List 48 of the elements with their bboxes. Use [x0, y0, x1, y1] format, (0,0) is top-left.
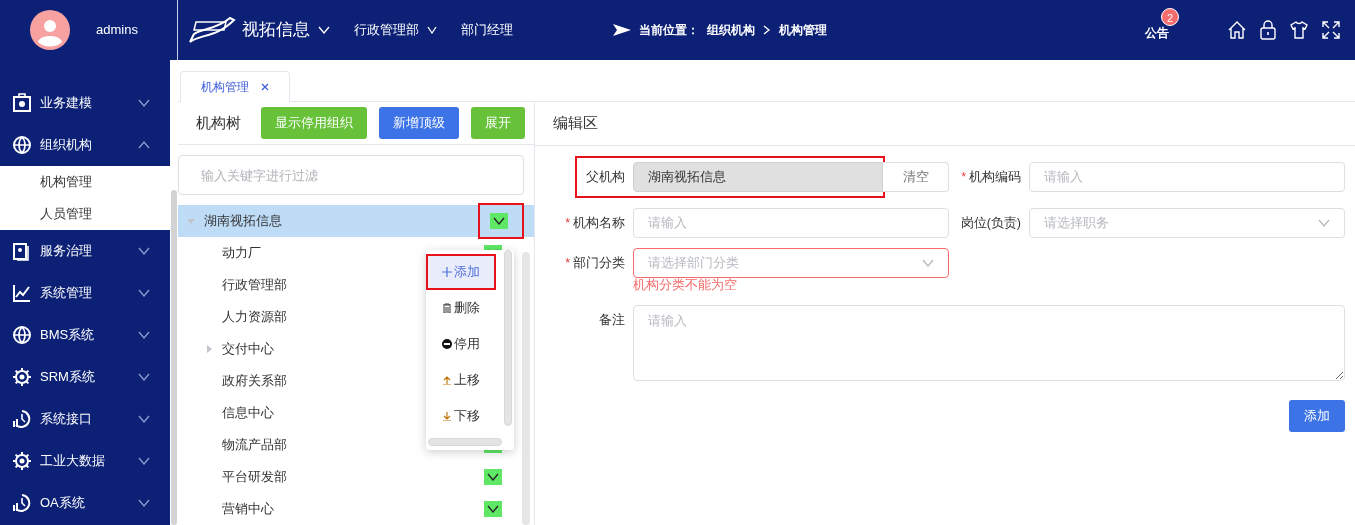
clear-button[interactable]: 清空: [883, 162, 949, 192]
tab[interactable]: 机构管理: [180, 71, 290, 102]
toolbar-button[interactable]: 新增顶级: [379, 107, 459, 139]
submenu-item[interactable]: 机构管理: [0, 166, 170, 198]
filter-field[interactable]: 输入关键字进行过滤: [178, 155, 524, 195]
field-label: 机构名称: [573, 215, 625, 230]
sidebar-item[interactable]: 组织机构: [0, 124, 170, 166]
field-label: 备注: [599, 312, 625, 327]
menu-item[interactable]: 删除: [426, 290, 496, 326]
panel-title: 编辑区: [553, 113, 598, 134]
sidebar-item[interactable]: 业务建模: [0, 82, 170, 124]
sidebar-item[interactable]: SRM系统: [0, 356, 170, 398]
required-mark: *: [565, 215, 570, 230]
company-dropdown[interactable]: 视拓信息: [242, 17, 330, 43]
breadcrumb-item[interactable]: 机构管理: [779, 21, 827, 39]
user-name: admins: [96, 21, 138, 40]
tree-node-label[interactable]: 平台研发部: [222, 467, 472, 487]
breadcrumb-item[interactable]: 组织机构: [707, 21, 755, 39]
parent-field: 湖南视拓信息: [633, 162, 883, 192]
submenu-item[interactable]: 人员管理: [0, 198, 170, 230]
input-field[interactable]: 请输入: [1029, 162, 1345, 192]
menu-item[interactable]: 添加: [426, 254, 496, 290]
sidebar-item[interactable]: 工业大数据: [0, 440, 170, 482]
sidebar-item[interactable]: 服务治理: [0, 230, 170, 272]
sidebar-item[interactable]: 系统接口: [0, 398, 170, 440]
required-mark: *: [565, 255, 570, 270]
sidebar-item[interactable]: OA系统: [0, 482, 170, 524]
error-message: 机构分类不能为空: [633, 277, 738, 294]
textarea-field[interactable]: 请输入: [633, 304, 1345, 381]
field-label: 父机构: [586, 169, 625, 184]
notice-count: 2: [1161, 8, 1179, 26]
department-dropdown[interactable]: 行政管理部: [354, 20, 437, 40]
field-label: 机构编码: [969, 169, 1021, 184]
sidebar-item[interactable]: 系统管理: [0, 272, 170, 314]
input-field[interactable]: 请输入: [633, 208, 949, 238]
add-button[interactable]: 添加: [1289, 400, 1345, 433]
menu-item[interactable]: 停用: [426, 326, 496, 362]
notice-link[interactable]: 公告: [1145, 26, 1169, 40]
required-mark: *: [961, 169, 966, 184]
role-label: 部门经理: [461, 21, 513, 39]
breadcrumb-label: 当前位置：: [639, 22, 699, 39]
tree-node-label[interactable]: 营销中心: [222, 499, 472, 519]
menu-item[interactable]: 上移: [426, 362, 496, 398]
sidebar-item[interactable]: BMS系统: [0, 314, 170, 356]
menu-item[interactable]: 下移: [426, 398, 496, 434]
field-label: 部门分类: [573, 255, 625, 270]
field-label: 岗位(负责): [960, 215, 1021, 230]
panel-title: 机构树: [196, 112, 241, 133]
